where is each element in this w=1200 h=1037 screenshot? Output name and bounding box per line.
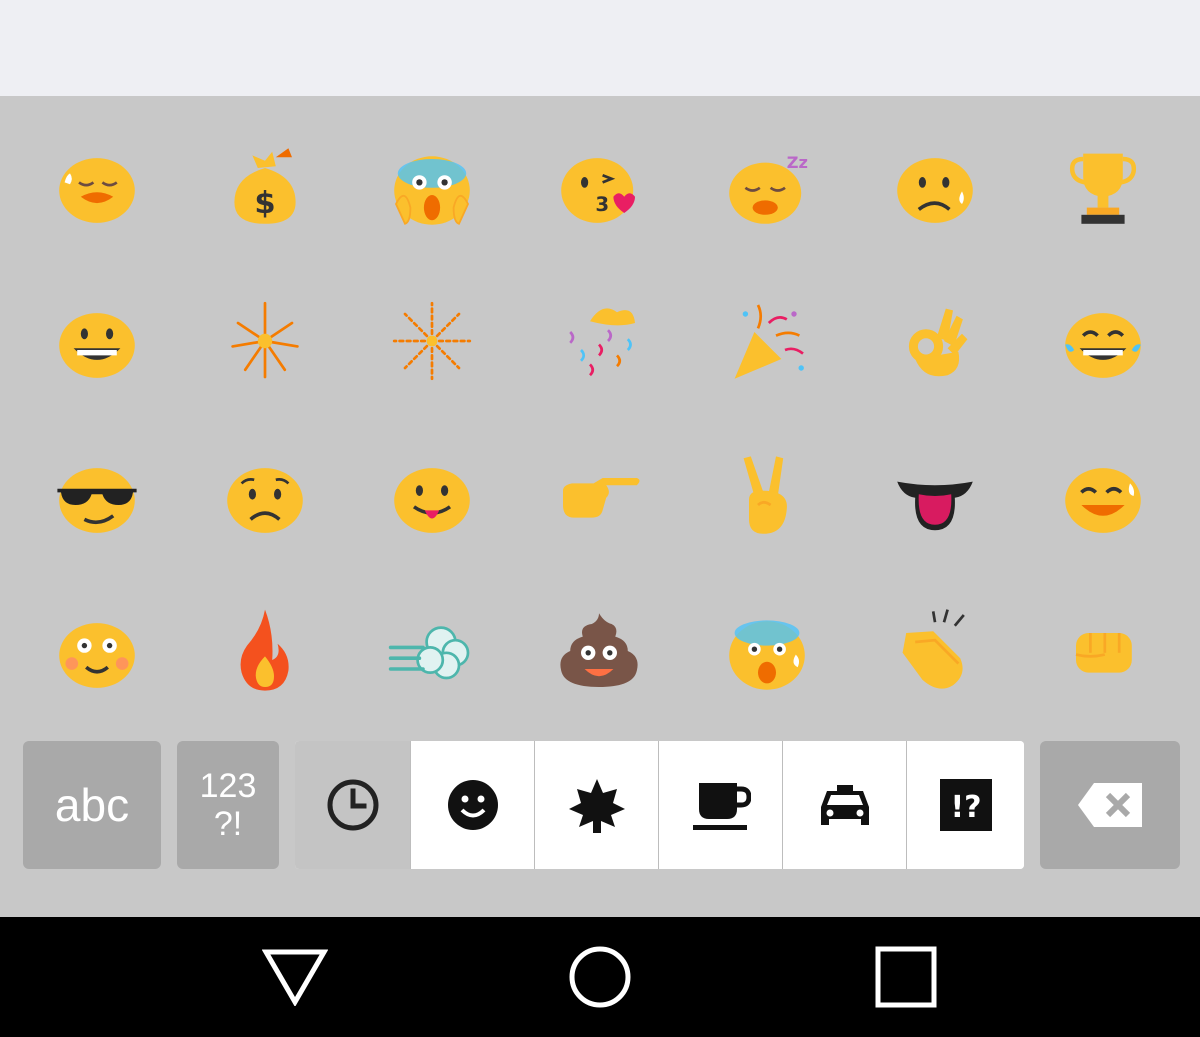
tab-recent[interactable] [295, 741, 411, 869]
navigation-bar [0, 917, 1200, 1037]
car-icon [820, 785, 869, 825]
emoji-weary-face[interactable] [47, 136, 147, 236]
emoji-screaming-face[interactable] [382, 136, 482, 236]
recents-button[interactable] [871, 942, 941, 1012]
abc-key[interactable]: abc [23, 741, 161, 869]
keyboard-bottom-row: abc 123 ?! !? [0, 741, 1200, 869]
emoji-frowning-face[interactable] [215, 446, 315, 546]
symbols-key-label-bottom: ?! [213, 805, 243, 843]
symbols-key[interactable]: 123 ?! [177, 741, 279, 869]
tab-food[interactable] [659, 741, 783, 869]
emoji-kissing-face-heart[interactable]: 3 [549, 136, 649, 236]
emoji-fire[interactable] [215, 601, 315, 701]
svg-text:$: $ [254, 186, 275, 221]
emoji-dash-cloud[interactable] [382, 601, 482, 701]
abc-key-label: abc [54, 779, 130, 831]
svg-text:Zz: Zz [787, 153, 808, 172]
emoji-clapping-hands[interactable] [885, 601, 985, 701]
emoji-keyboard: $ 3 Zz abc 123 ?! !? [0, 96, 1200, 917]
emoji-grid: $ 3 Zz [0, 96, 1200, 716]
svg-text:3: 3 [595, 193, 609, 216]
emoji-crying-face[interactable] [885, 136, 985, 236]
home-button[interactable] [565, 942, 635, 1012]
symbols-icon: !? [939, 779, 992, 831]
tab-travel[interactable] [783, 741, 907, 869]
emoji-sunglasses-face[interactable] [47, 446, 147, 546]
delete-key[interactable] [1040, 741, 1180, 869]
leaf-icon [568, 779, 625, 833]
emoji-blushing-face[interactable] [47, 601, 147, 701]
emoji-pointing-right-hand[interactable] [549, 446, 649, 546]
symbols-key-label-top: 123 [199, 767, 257, 805]
emoji-sparkler[interactable] [215, 291, 315, 391]
emoji-money-bag[interactable]: $ [215, 136, 315, 236]
emoji-ok-hand[interactable] [885, 291, 985, 391]
tab-smileys[interactable] [411, 741, 535, 869]
tab-symbols[interactable]: !? [907, 741, 1024, 869]
home-circle-icon [569, 946, 631, 1008]
emoji-fist[interactable] [1053, 601, 1153, 701]
back-triangle-icon [262, 949, 328, 1006]
emoji-tears-of-joy-face[interactable] [1053, 291, 1153, 391]
emoji-party-popper[interactable] [717, 291, 817, 391]
back-button[interactable] [260, 942, 330, 1012]
emoji-tongue[interactable] [885, 446, 985, 546]
emoji-sweat-smile-face[interactable] [1053, 446, 1153, 546]
smiley-icon [447, 780, 498, 830]
tab-nature[interactable] [535, 741, 659, 869]
clock-icon [327, 779, 378, 831]
emoji-fireworks[interactable] [382, 291, 482, 391]
emoji-grinning-face[interactable] [47, 291, 147, 391]
emoji-sleeping-face[interactable]: Zz [717, 136, 817, 236]
emoji-pile-of-poo[interactable] [549, 601, 649, 701]
app-content-area [0, 0, 1200, 96]
emoji-category-tabs: !? [295, 741, 1024, 869]
backspace-icon [1078, 783, 1142, 827]
symbols-tab-label: !? [950, 790, 981, 825]
emoji-trophy[interactable] [1053, 136, 1153, 236]
coffee-icon [692, 783, 751, 830]
emoji-confetti-ball[interactable] [549, 291, 649, 391]
emoji-tongue-out-face[interactable] [382, 446, 482, 546]
emoji-victory-hand[interactable] [717, 446, 817, 546]
emoji-fearful-face[interactable] [717, 601, 817, 701]
recents-square-icon [875, 946, 937, 1008]
